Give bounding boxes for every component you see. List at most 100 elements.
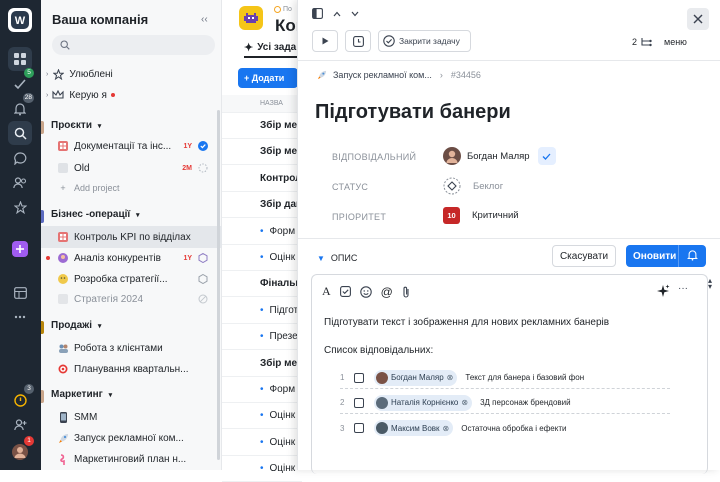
sidebar-search-input[interactable] [52, 35, 215, 55]
column-header-name: НАЗВА [222, 95, 302, 113]
emoji-icon[interactable] [359, 285, 372, 298]
checklist-checkbox[interactable] [354, 397, 364, 408]
checklist-text: Остаточна обробка і ефекти [461, 423, 567, 433]
task-row[interactable]: • Оцінк [222, 456, 302, 482]
person-chip[interactable]: Максим Вовк ⊗ [374, 420, 454, 436]
cancel-button[interactable]: Скасувати [552, 245, 616, 267]
menu-button[interactable]: меню [664, 37, 687, 47]
assignee-field[interactable]: Богдан Маляр [443, 147, 556, 165]
bell-icon[interactable] [687, 250, 698, 261]
rail-add-user[interactable] [8, 413, 32, 437]
schedule-button[interactable] [345, 30, 371, 52]
workspace-name[interactable]: Ваша компанія [52, 12, 148, 27]
sidebar-item-strategy-dev[interactable]: Розробка стратегії... [41, 268, 222, 290]
task-row-label: Збір мет [260, 146, 302, 158]
priority-field[interactable]: 10 Критичний [443, 207, 519, 224]
section-sales[interactable]: Продажі ▾ [41, 320, 222, 336]
task-group-row[interactable]: Фінальн [222, 271, 302, 298]
add-project-button[interactable]: + Add project [41, 177, 222, 199]
attachment-icon[interactable] [402, 286, 410, 298]
rail-add[interactable] [8, 237, 32, 261]
sidebar-item-smm[interactable]: SMM [41, 406, 222, 428]
task-row[interactable]: • Оцінк [222, 430, 302, 456]
rail-more[interactable] [8, 305, 32, 329]
ai-sparkle-icon[interactable] [656, 284, 670, 298]
sidebar-item-clients[interactable]: Робота з клієнтами [41, 337, 222, 359]
assignee-check-icon[interactable] [537, 147, 556, 165]
sidebar-item-ad-campaign[interactable]: Запуск рекламної ком... [41, 427, 222, 449]
rail-notifications[interactable]: 28 [8, 93, 34, 121]
rail-favorites[interactable] [8, 195, 32, 219]
section-biz-ops[interactable]: Бізнес -операції ▾ [41, 209, 222, 225]
bullet-icon: • [260, 410, 264, 422]
task-group-row[interactable]: Збір дан [222, 192, 302, 219]
due-tag: 1Y [183, 254, 192, 262]
row-number: 1 [340, 373, 345, 382]
sidebar-item-project[interactable]: Old 2M [41, 157, 222, 179]
rail-timer[interactable]: 3 [8, 384, 34, 412]
sidebar-item-favorites[interactable]: › Улюблені [41, 63, 222, 85]
task-title[interactable]: Підготувати банери [315, 101, 511, 124]
mention-icon[interactable]: @ [381, 285, 393, 299]
rocket-icon [57, 432, 69, 444]
task-group-row[interactable]: Контрол [222, 166, 302, 192]
task-group-row[interactable]: Збір мет [222, 351, 302, 377]
sidebar-item-strategy-2024[interactable]: Стратегія 2024 [41, 288, 222, 310]
status-field[interactable]: Беклог [443, 177, 503, 195]
chevron-up-icon[interactable] [333, 11, 341, 17]
task-row[interactable]: • Оцінк [222, 245, 302, 271]
description-toggle[interactable]: ▼ ОПИС [317, 253, 357, 263]
chevron-down-icon[interactable] [351, 11, 359, 17]
app-logo[interactable]: W [8, 8, 32, 32]
rail-chat[interactable] [8, 146, 32, 170]
sidebar-item-kpi-active[interactable]: Контроль KPI по відділах [41, 226, 222, 248]
update-button[interactable]: Оновити [626, 245, 706, 267]
search-icon [14, 127, 27, 140]
person-chip[interactable]: Богдан Маляр ⊗ [374, 369, 458, 386]
close-panel-button[interactable] [687, 8, 709, 30]
remove-person-icon[interactable]: ⊗ [461, 398, 468, 407]
profile-badge: 1 [24, 436, 34, 446]
more-dots-icon[interactable]: ··· [678, 283, 688, 294]
remove-person-icon[interactable]: ⊗ [447, 373, 454, 382]
rail-people[interactable] [8, 171, 32, 195]
task-row[interactable]: • Оцінк [222, 403, 302, 430]
section-projects[interactable]: Проєкти ▾ [41, 120, 222, 136]
checkbox-icon[interactable] [339, 286, 351, 297]
checklist-checkbox[interactable] [354, 372, 364, 383]
svg-text:W: W [15, 15, 26, 27]
person-chip[interactable]: Наталія Корнієнко ⊗ [374, 394, 473, 411]
sidebar-item-label: Контроль KPI по відділах [74, 231, 191, 243]
sidebar-item-competitors[interactable]: Аналіз конкурентів 1Y [41, 247, 222, 269]
add-task-button[interactable]: + Додати [238, 68, 298, 88]
close-task-button[interactable]: Закрити задачу [378, 30, 471, 52]
task-id[interactable]: #34456 [451, 70, 481, 80]
sidebar-toggle-icon[interactable] [312, 8, 323, 19]
text-format-icon[interactable]: A [322, 284, 331, 299]
task-row[interactable]: • Підгот [222, 298, 302, 324]
rail-table[interactable] [8, 281, 32, 305]
tab-all-tasks[interactable]: ✦ Усі зада [244, 41, 296, 54]
chat-icon [13, 151, 26, 165]
remove-person-icon[interactable]: ⊗ [443, 424, 450, 433]
breadcrumb-project-link[interactable]: Запуск рекламної ком... [333, 70, 432, 80]
sidebar-item-managed[interactable]: › Керую я [41, 84, 222, 106]
task-row[interactable]: • Форм [222, 219, 302, 245]
collapse-sidebar-icon[interactable]: ‹‹ [201, 14, 208, 25]
rail-search[interactable] [8, 121, 32, 145]
rail-profile[interactable]: 1 [8, 436, 34, 464]
section-marketing[interactable]: Маркетинг ▾ [41, 389, 222, 405]
subtasks-counter[interactable]: 2 [632, 37, 652, 47]
start-timer-button[interactable] [312, 30, 338, 52]
sidebar-item-quarterly[interactable]: Планування квартальн... [41, 358, 222, 380]
resize-handle-icon[interactable]: ▴ ▾ [708, 277, 712, 291]
task-row[interactable]: • Презе [222, 324, 302, 351]
sidebar-item-marketing-plan[interactable]: Маркетинговий план н... [41, 448, 222, 470]
checklist-checkbox[interactable] [354, 423, 364, 433]
task-group-row[interactable]: Збір мет [222, 139, 302, 166]
task-row[interactable]: • Форм [222, 377, 302, 403]
description-editor[interactable]: A @ ··· Підготувати текст і зображення д… [311, 274, 708, 474]
task-group-row[interactable]: Збір мет [222, 113, 302, 139]
sidebar-item-project[interactable]: Документації та інс... 1Y [41, 135, 222, 157]
sidebar-scrollbar[interactable] [217, 110, 220, 460]
